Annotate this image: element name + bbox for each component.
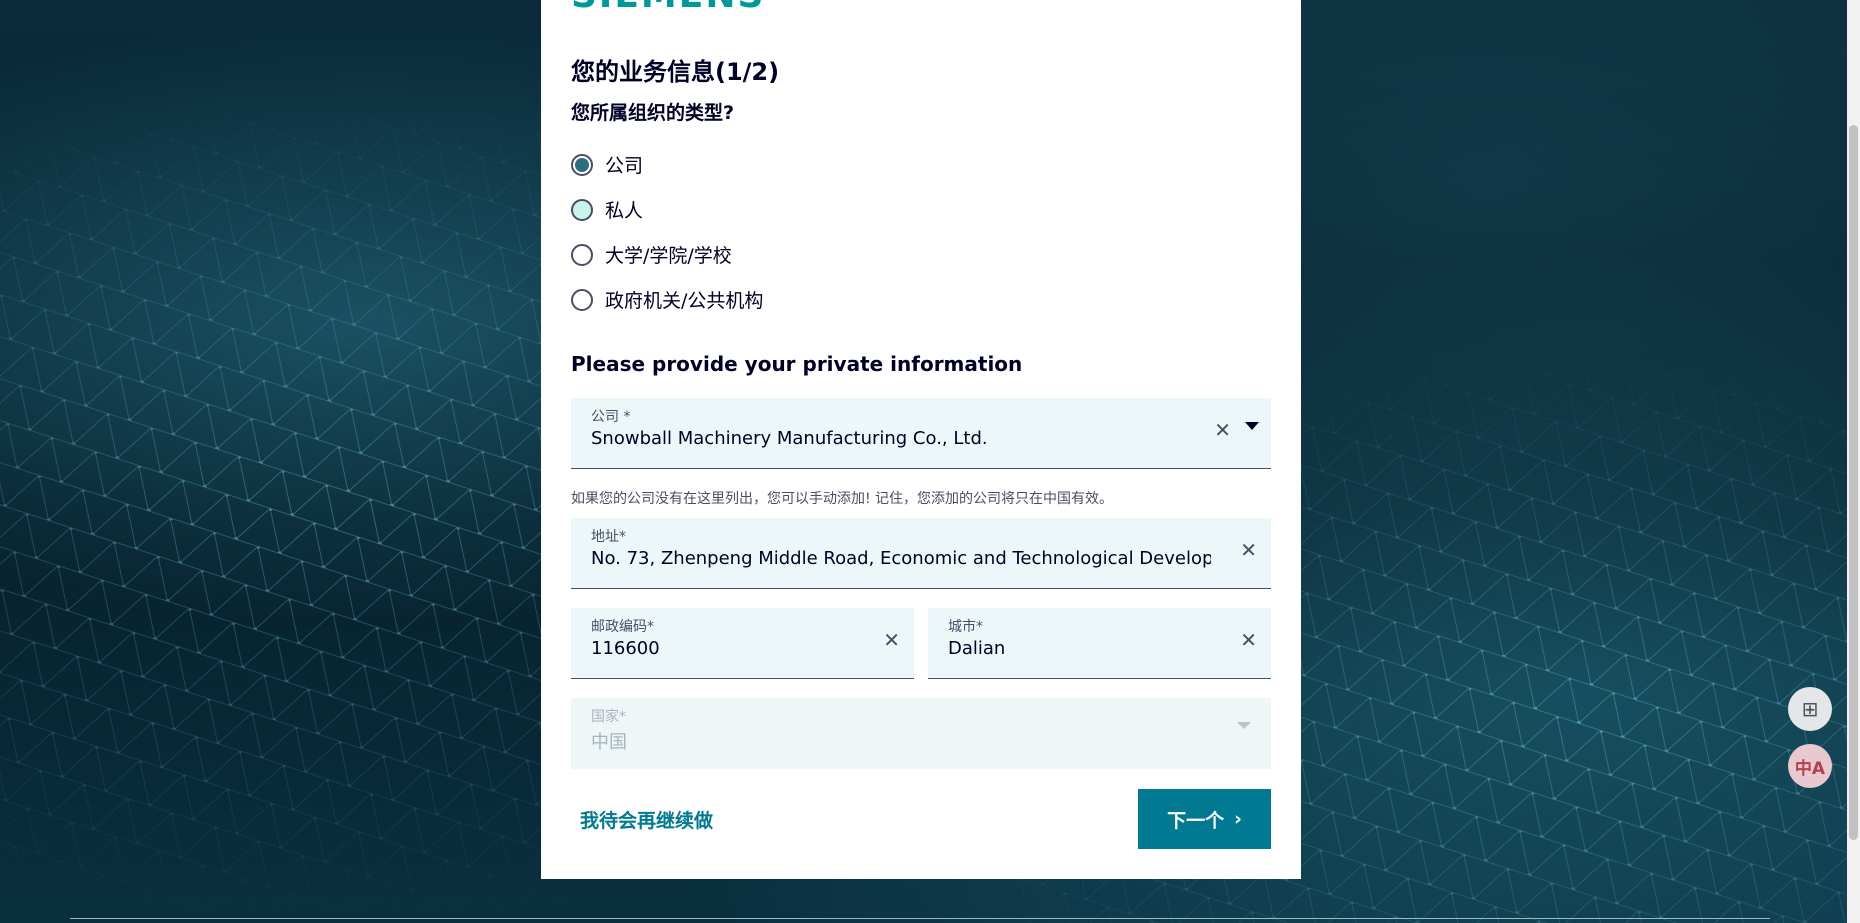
company-hint: 如果您的公司没有在这里列出，您可以手动添加! 记住，您添加的公司将只在中国有效。 — [571, 491, 1114, 507]
clear-icon[interactable]: ✕ — [1240, 630, 1257, 650]
translate-icon[interactable]: 中A — [1788, 744, 1832, 788]
next-button[interactable]: 下一个 › — [1138, 789, 1271, 849]
radio-label: 大学/学院/学校 — [605, 245, 732, 267]
country-label: 国家* — [591, 709, 626, 725]
company-label: 公司 * — [591, 409, 631, 425]
org-type-radio-group: 公司 私人 大学/学院/学校 政府机关/公共机构 — [571, 142, 763, 322]
radio-icon[interactable] — [571, 288, 593, 311]
radio-university[interactable]: 大学/学院/学校 — [571, 232, 763, 277]
country-value: 中国 — [591, 732, 627, 753]
radio-icon[interactable] — [571, 243, 593, 266]
radio-company[interactable]: 公司 — [571, 142, 763, 187]
org-type-question: 您所属组织的类型? — [571, 102, 735, 124]
divider — [70, 918, 1770, 919]
address-input[interactable]: No. 73, Zhenpeng Middle Road, Economic a… — [591, 548, 1211, 569]
city-input[interactable]: Dalian — [948, 638, 1211, 659]
radio-label: 私人 — [605, 200, 644, 222]
section-title: Please provide your private information — [571, 352, 1023, 376]
address-field[interactable]: 地址* No. 73, Zhenpeng Middle Road, Econom… — [571, 518, 1271, 589]
chevron-down-icon — [1237, 722, 1251, 729]
radio-label: 公司 — [605, 155, 644, 177]
continue-later-link[interactable]: 我待会再继续做 — [580, 806, 713, 833]
radio-icon[interactable] — [571, 198, 593, 221]
clear-icon[interactable]: ✕ — [883, 630, 900, 650]
chevron-right-icon: › — [1234, 808, 1242, 830]
page-scrollbar[interactable] — [1847, 0, 1860, 923]
country-select: 国家* 中国 — [571, 698, 1271, 769]
clear-icon[interactable]: ✕ — [1214, 420, 1231, 440]
radio-private[interactable]: 私人 — [571, 187, 763, 232]
scrollbar-thumb[interactable] — [1849, 125, 1858, 840]
radio-label: 政府机关/公共机构 — [605, 290, 764, 312]
siemens-logo: SIEMENS — [571, 0, 765, 14]
postal-code-field[interactable]: 邮政编码* 116600 ✕ — [571, 608, 914, 679]
business-info-card: SIEMENS 您的业务信息(1/2) 您所属组织的类型? 公司 私人 大学/学… — [541, 0, 1301, 879]
address-label: 地址* — [591, 529, 626, 545]
city-label: 城市* — [948, 619, 983, 635]
company-select[interactable]: 公司 * Snowball Machinery Manufacturing Co… — [571, 398, 1271, 469]
clear-icon[interactable]: ✕ — [1240, 540, 1257, 560]
apps-icon[interactable]: ⊞ — [1788, 687, 1832, 731]
radio-selected-icon[interactable] — [571, 153, 593, 176]
chevron-down-icon[interactable] — [1245, 422, 1259, 430]
page-title: 您的业务信息(1/2) — [571, 58, 780, 86]
postal-code-input[interactable]: 116600 — [591, 638, 854, 659]
next-button-label: 下一个 — [1167, 809, 1225, 832]
postal-code-label: 邮政编码* — [591, 619, 654, 635]
company-value[interactable]: Snowball Machinery Manufacturing Co., Lt… — [591, 428, 1191, 449]
city-field[interactable]: 城市* Dalian ✕ — [928, 608, 1271, 679]
radio-government[interactable]: 政府机关/公共机构 — [571, 277, 763, 322]
